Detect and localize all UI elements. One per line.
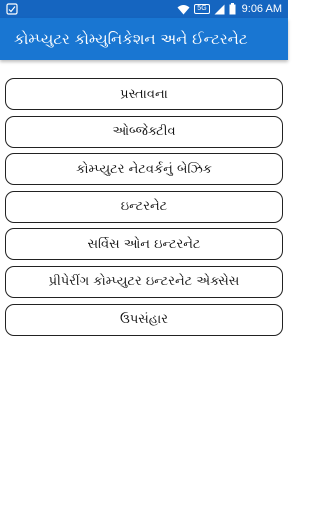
network-type-badge: 5G	[194, 4, 210, 14]
menu-item-conclusion[interactable]: ઉપસંહાર	[5, 303, 283, 336]
app-bar: કોમ્પ્યુટર કોમ્યુનિકેશન અને ઈન્ટરનેટ	[0, 18, 288, 60]
battery-icon	[229, 3, 236, 15]
menu-item-internet-services[interactable]: સર્વિસ ઓન ઇન્ટરનેટ	[5, 228, 283, 261]
menu-item-introduction[interactable]: પ્રસ્તાવના	[5, 78, 283, 110]
menu-item-internet[interactable]: ઇન્ટરનેટ	[5, 190, 283, 223]
menu-item-network-basics[interactable]: કોમ્પ્યુટર નેટવર્કનું બેઝિક	[5, 153, 283, 186]
menu-item-objective[interactable]: ઓબ્જેક્ટીવ	[5, 115, 283, 148]
notification-icon	[6, 3, 18, 15]
clock: 9:06 AM	[241, 3, 282, 15]
menu-list: પ્રસ્તાવના ઓબ્જેક્ટીવ કોમ્પ્યુટર નેટવર્ક…	[5, 78, 283, 341]
wifi-icon	[177, 4, 190, 14]
status-icons: 5G 9:06 AM	[177, 2, 282, 16]
menu-item-internet-access[interactable]: પ્રીપેરીંગ કોમ્પ્યુટર ઇન્ટરનેટ એક્સેસ	[5, 265, 283, 298]
status-bar: 5G 9:06 AM	[0, 0, 288, 18]
app-title: કોમ્પ્યુટર કોમ્યુનિકેશન અને ઈન્ટરનેટ	[14, 30, 248, 48]
signal-icon	[214, 4, 225, 14]
